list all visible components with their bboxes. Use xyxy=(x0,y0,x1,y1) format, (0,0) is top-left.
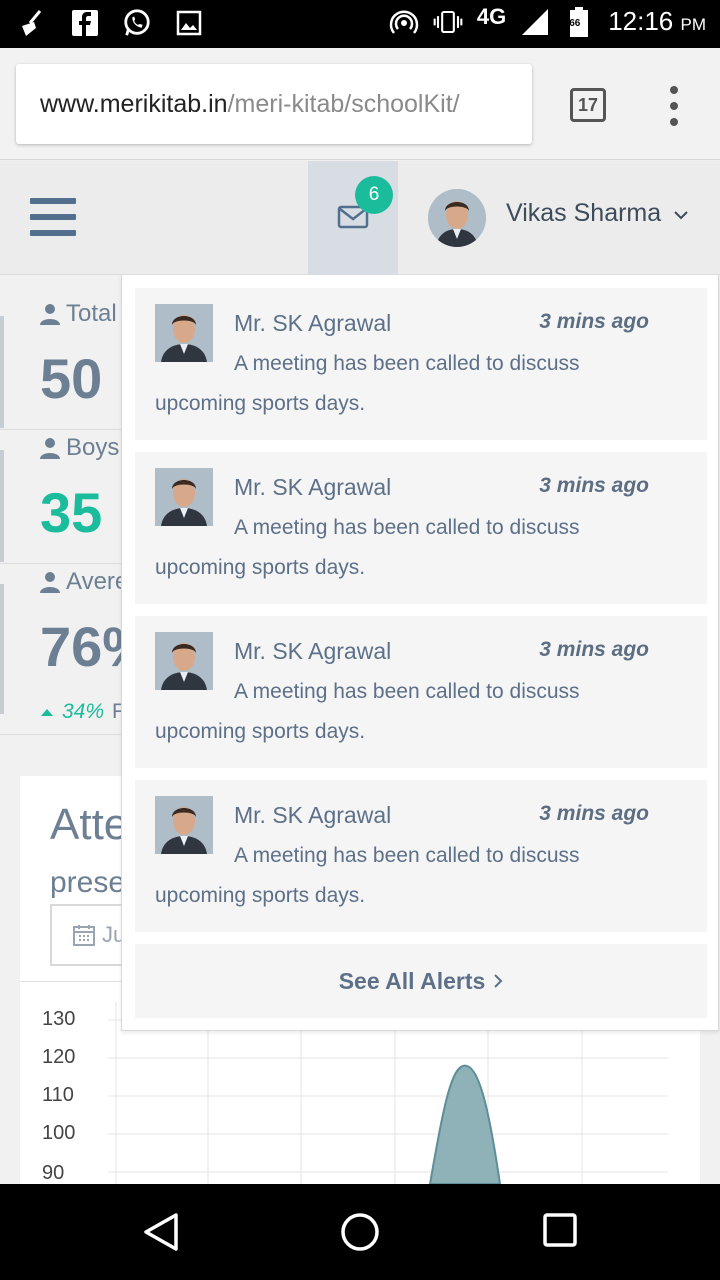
stat-label: Boys xyxy=(40,434,119,462)
alert-message: A meeting has been called to discuss upc… xyxy=(155,516,580,579)
alert-time: 3 mins ago xyxy=(539,638,649,661)
divider xyxy=(0,734,122,735)
user-name[interactable]: Vikas Sharma xyxy=(506,199,661,228)
stat-card-boys: Boys 35 xyxy=(0,430,122,563)
back-icon[interactable] xyxy=(142,1212,180,1252)
messages-button[interactable] xyxy=(308,161,398,275)
alert-sender: Mr. SK Agrawal xyxy=(234,802,392,828)
battery-level: 66 xyxy=(569,17,581,29)
stat-card-total: Total 50 xyxy=(0,276,122,429)
alert-item[interactable]: Mr. SK Agrawal 3 mins ago A meeting has be… xyxy=(135,780,707,932)
series-area xyxy=(428,1064,502,1184)
browser-menu-icon[interactable] xyxy=(664,86,684,126)
user-avatar[interactable] xyxy=(428,189,486,247)
clock-time: 12:16 xyxy=(608,6,674,36)
trend-indicator: 34% F xyxy=(40,700,125,724)
battery-icon: 66 xyxy=(564,6,594,37)
broom-icon xyxy=(18,8,48,38)
see-all-alerts-link[interactable]: See All Alerts xyxy=(135,944,707,1018)
alert-time: 3 mins ago xyxy=(539,474,649,497)
network-type: 4G xyxy=(476,3,507,29)
stat-label-text: Boys xyxy=(66,434,120,461)
y-tick-label: 120 xyxy=(42,1046,76,1068)
alert-message: A meeting has been called to discuss upc… xyxy=(155,352,580,415)
chevron-down-icon[interactable] xyxy=(673,208,689,226)
message-count-badge: 6 xyxy=(355,176,393,214)
alert-item[interactable]: Mr. SK Agrawal 3 mins ago A meeting has be… xyxy=(135,616,707,768)
stat-label-text: Total xyxy=(66,300,117,327)
stat-value: 35 xyxy=(40,481,103,544)
y-tick-label: 130 xyxy=(42,1008,76,1030)
y-tick-label: 100 xyxy=(42,1122,76,1144)
home-icon[interactable] xyxy=(340,1212,380,1252)
browser-toolbar: www.merikitab.in/meri-kitab/schoolKit/ 1… xyxy=(0,48,720,160)
recents-icon[interactable] xyxy=(542,1212,578,1248)
alert-sender: Mr. SK Agrawal xyxy=(234,310,392,336)
user-icon xyxy=(40,572,60,593)
caret-up-icon xyxy=(41,709,53,716)
alerts-dropdown: Mr. SK Agrawal 3 mins ago A meeting has be… xyxy=(121,275,719,1031)
whatsapp-icon xyxy=(122,8,152,38)
stat-label-text: Avere xyxy=(66,568,129,595)
y-tick-label: 90 xyxy=(42,1162,65,1184)
android-nav-bar xyxy=(0,1184,720,1280)
stat-label: Total xyxy=(40,300,117,328)
app-header: Vikas Sharma xyxy=(0,161,720,275)
url-host: www.merikitab.in xyxy=(40,89,228,118)
address-bar[interactable]: www.merikitab.in/meri-kitab/schoolKit/ xyxy=(16,64,532,144)
trend-value: 34% xyxy=(62,700,105,723)
see-all-label: See All Alerts xyxy=(338,967,486,994)
facebook-icon xyxy=(70,8,100,38)
attendance-subtitle: prese xyxy=(50,866,126,899)
user-icon xyxy=(40,438,60,459)
alert-item[interactable]: Mr. SK Agrawal 3 mins ago A meeting has be… xyxy=(135,452,707,604)
clock-ampm: PM xyxy=(680,15,707,34)
alert-sender: Mr. SK Agrawal xyxy=(234,638,392,664)
alert-time: 3 mins ago xyxy=(539,802,649,825)
signal-icon xyxy=(520,7,550,37)
alert-sender: Mr. SK Agrawal xyxy=(234,474,392,500)
tab-switcher-button[interactable]: 17 xyxy=(570,88,606,122)
alert-item[interactable]: Mr. SK Agrawal 3 mins ago A meeting has be… xyxy=(135,288,707,440)
gallery-icon xyxy=(174,8,204,38)
hamburger-menu-icon[interactable] xyxy=(30,198,76,236)
alert-message: A meeting has been called to discuss upc… xyxy=(155,844,580,907)
chevron-right-icon xyxy=(494,974,503,988)
clock: 12:16 PM xyxy=(608,6,706,37)
alert-time: 3 mins ago xyxy=(539,310,649,333)
hotspot-icon xyxy=(389,7,419,37)
stat-label: Avere xyxy=(40,568,128,596)
calendar-icon xyxy=(73,925,95,946)
y-tick-label: 110 xyxy=(42,1084,74,1106)
attendance-title: Atte xyxy=(50,800,129,849)
stat-value: 50 xyxy=(40,347,103,410)
vibrate-icon xyxy=(433,7,463,37)
url-path: /meri-kitab/schoolKit/ xyxy=(227,89,460,118)
status-bar: 4G 66 12:16 PM xyxy=(0,0,720,48)
alert-message: A meeting has been called to discuss upc… xyxy=(155,680,580,743)
user-icon xyxy=(40,304,60,325)
